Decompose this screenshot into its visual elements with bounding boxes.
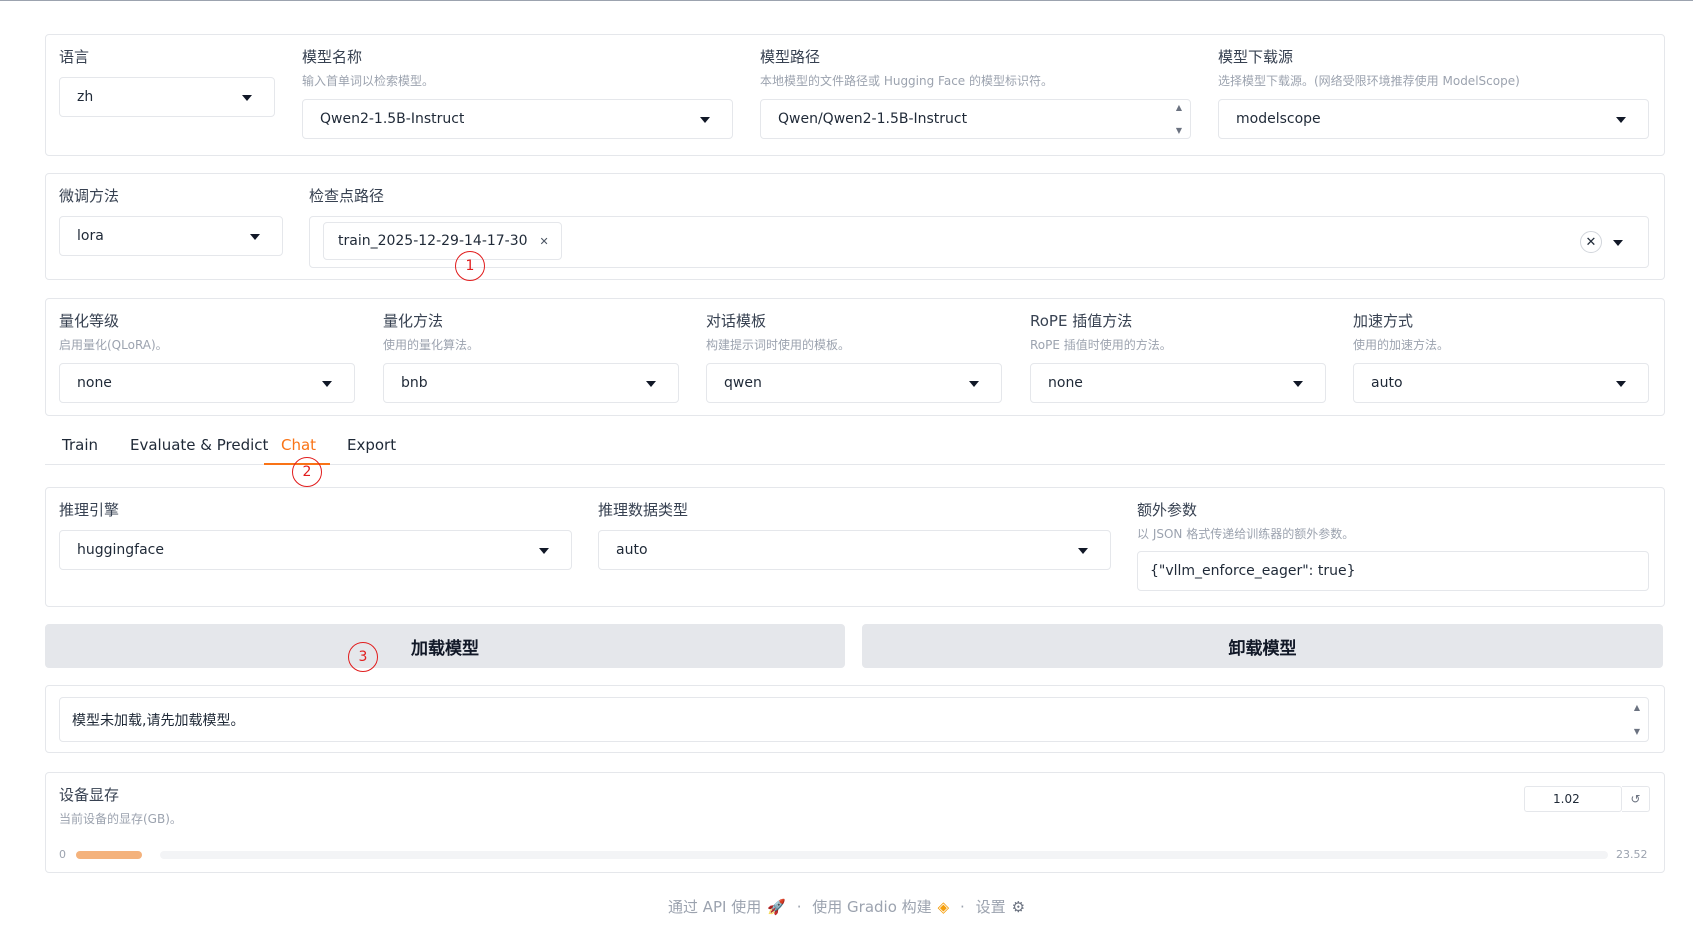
footer-api-link[interactable]: 通过 API 使用 xyxy=(668,898,761,916)
chevron-down-icon xyxy=(969,381,979,387)
unload-model-button[interactable]: 卸载模型 xyxy=(862,624,1663,668)
tab-chat[interactable]: Chat xyxy=(281,436,316,454)
model-name-info: 输入首单词以检索模型。 xyxy=(302,74,435,88)
annotation-marker-1: 1 xyxy=(455,251,485,281)
chevron-down-icon xyxy=(646,381,656,387)
scroll-down-icon[interactable]: ▼ xyxy=(1634,728,1640,736)
extra-args-value: {"vllm_enforce_eager": true} xyxy=(1150,563,1356,579)
booster-dropdown[interactable]: auto xyxy=(1353,363,1649,403)
memory-info: 当前设备的显存(GB)。 xyxy=(59,812,182,826)
extra-args-label: 额外参数 xyxy=(1137,501,1198,519)
lang-label: 语言 xyxy=(59,48,90,66)
chevron-down-icon xyxy=(1293,381,1303,387)
quant-method-dropdown[interactable]: bnb xyxy=(383,363,679,403)
tab-evaluate-predict[interactable]: Evaluate & Predict xyxy=(130,436,268,454)
gradio-logo-icon: ◈ xyxy=(937,898,950,916)
dtype-value: auto xyxy=(616,542,648,558)
finetune-method-value: lora xyxy=(77,228,104,244)
backend-dropdown[interactable]: huggingface xyxy=(59,530,572,570)
footer-gradio-link[interactable]: 使用 Gradio 构建 xyxy=(812,898,931,916)
template-label: 对话模板 xyxy=(706,312,767,330)
rope-label: RoPE 插值方法 xyxy=(1030,312,1133,330)
load-model-button[interactable]: 加载模型 xyxy=(45,624,845,668)
rope-dropdown[interactable]: none xyxy=(1030,363,1326,403)
model-name-label: 模型名称 xyxy=(302,48,363,66)
extra-args-info: 以 JSON 格式传递给训练器的额外参数。 xyxy=(1137,527,1355,541)
template-info: 构建提示词时使用的模板。 xyxy=(706,338,851,352)
chevron-down-icon xyxy=(322,381,332,387)
booster-value: auto xyxy=(1371,375,1403,391)
rope-info: RoPE 插值时使用的方法。 xyxy=(1030,338,1172,352)
footer: 通过 API 使用 🚀 · 使用 Gradio 构建 ◈ · 设置 ⚙ xyxy=(0,896,1693,917)
quant-method-label: 量化方法 xyxy=(383,312,444,330)
quant-bit-dropdown[interactable]: none xyxy=(59,363,355,403)
template-dropdown[interactable]: qwen xyxy=(706,363,1002,403)
chevron-down-icon xyxy=(700,117,710,123)
model-name-value: Qwen2-1.5B-Instruct xyxy=(320,111,465,127)
checkpoint-chip-label: train_2025-12-29-14-17-30 xyxy=(338,233,528,249)
dtype-label: 推理数据类型 xyxy=(598,501,689,519)
chevron-down-icon xyxy=(250,234,260,240)
quant-method-info: 使用的量化算法。 xyxy=(383,338,480,352)
backend-label: 推理引擎 xyxy=(59,501,120,519)
top-border xyxy=(0,0,1693,1)
lang-value: zh xyxy=(77,89,94,105)
tab-train[interactable]: Train xyxy=(62,436,98,454)
chevron-down-icon xyxy=(1613,240,1623,246)
backend-value: huggingface xyxy=(77,542,164,558)
finetune-method-dropdown[interactable]: lora xyxy=(59,216,283,256)
quant-bit-value: none xyxy=(77,375,112,391)
quant-bit-label: 量化等级 xyxy=(59,312,120,330)
footer-separator: · xyxy=(796,898,802,916)
quant-bit-info: 启用量化(QLoRA)。 xyxy=(59,338,168,352)
gear-icon: ⚙ xyxy=(1011,898,1026,916)
chevron-down-icon xyxy=(1078,548,1088,554)
status-text: 模型未加载,请先加载模型。 xyxy=(72,712,245,729)
chevron-down-icon xyxy=(242,95,252,101)
tab-export[interactable]: Export xyxy=(347,436,396,454)
scroll-down-icon[interactable]: ▼ xyxy=(1176,127,1182,135)
chevron-down-icon xyxy=(1616,117,1626,123)
memory-number-input[interactable]: 1.02 xyxy=(1524,786,1622,812)
hub-value: modelscope xyxy=(1236,111,1321,127)
scroll-up-icon[interactable]: ▲ xyxy=(1176,104,1182,112)
rope-value: none xyxy=(1048,375,1083,391)
scroll-up-icon[interactable]: ▲ xyxy=(1634,704,1640,712)
extra-args-input[interactable]: {"vllm_enforce_eager": true} xyxy=(1137,551,1649,591)
dtype-dropdown[interactable]: auto xyxy=(598,530,1111,570)
clear-icon[interactable]: ✕ xyxy=(1580,231,1602,253)
memory-slider-fill xyxy=(76,851,142,859)
model-path-input[interactable]: Qwen/Qwen2-1.5B-Instruct ▲ ▼ xyxy=(760,99,1191,139)
model-path-info: 本地模型的文件路径或 Hugging Face 的模型标识符。 xyxy=(760,74,1053,88)
memory-min: 0 xyxy=(59,848,66,861)
booster-label: 加速方式 xyxy=(1353,312,1414,330)
hub-dropdown[interactable]: modelscope xyxy=(1218,99,1649,139)
status-textbox[interactable]: 模型未加载,请先加载模型。 ▲ ▼ xyxy=(59,697,1649,742)
annotation-marker-2: 2 xyxy=(292,457,322,487)
template-value: qwen xyxy=(724,375,762,391)
memory-label: 设备显存 xyxy=(59,786,120,804)
model-path-value: Qwen/Qwen2-1.5B-Instruct xyxy=(778,111,968,127)
footer-settings-link[interactable]: 设置 xyxy=(976,898,1006,916)
quant-method-value: bnb xyxy=(401,375,428,391)
reset-icon[interactable]: ↺ xyxy=(1622,786,1650,812)
hub-info: 选择模型下载源。(网络受限环境推荐使用 ModelScope) xyxy=(1218,74,1520,88)
hub-label: 模型下载源 xyxy=(1218,48,1294,66)
chevron-down-icon xyxy=(1616,381,1626,387)
checkpoint-chip[interactable]: train_2025-12-29-14-17-30 ✕ xyxy=(323,222,562,260)
footer-separator: · xyxy=(960,898,965,916)
booster-info: 使用的加速方法。 xyxy=(1353,338,1450,352)
model-path-label: 模型路径 xyxy=(760,48,821,66)
checkpoint-label: 检查点路径 xyxy=(309,187,385,205)
finetune-method-label: 微调方法 xyxy=(59,187,120,205)
rocket-icon: 🚀 xyxy=(767,898,786,916)
chevron-down-icon xyxy=(539,548,549,554)
memory-max: 23.52 xyxy=(1616,848,1648,861)
lang-dropdown[interactable]: zh xyxy=(59,77,275,117)
memory-slider-track[interactable] xyxy=(160,851,1608,859)
memory-value: 1.02 xyxy=(1553,792,1580,806)
remove-chip-icon[interactable]: ✕ xyxy=(540,235,549,248)
annotation-marker-3: 3 xyxy=(348,642,378,672)
model-name-dropdown[interactable]: Qwen2-1.5B-Instruct xyxy=(302,99,733,139)
